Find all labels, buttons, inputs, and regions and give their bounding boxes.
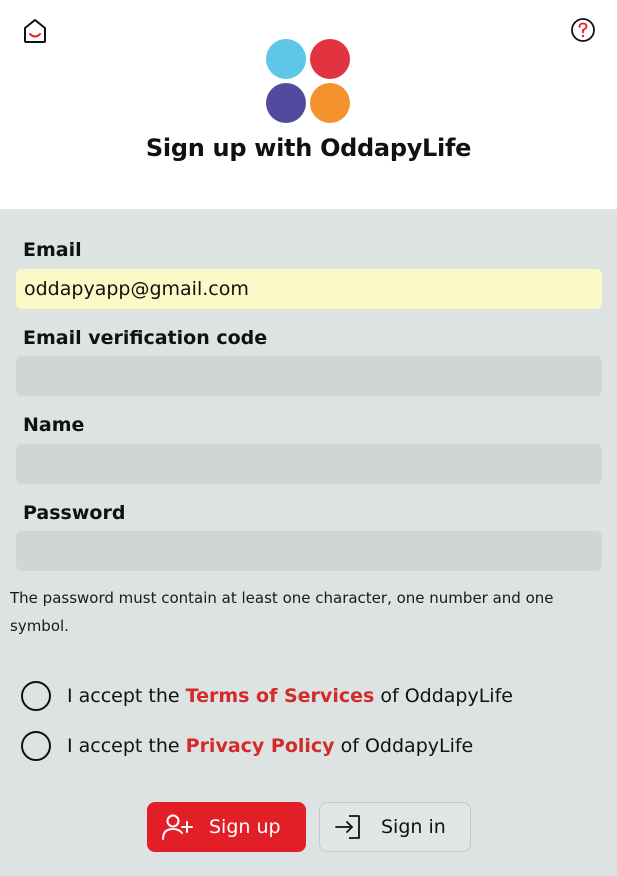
logo-dot-orange	[310, 83, 350, 123]
privacy-agreement: I accept the Privacy Policy of OddapyLif…	[21, 731, 473, 761]
help-button[interactable]	[568, 16, 598, 46]
verification-code-label: Email verification code	[23, 327, 268, 349]
page-title: Sign up with OddapyLife	[145, 134, 472, 162]
privacy-checkbox[interactable]	[21, 731, 51, 761]
privacy-link[interactable]: Privacy Policy	[186, 735, 335, 757]
help-icon	[571, 18, 595, 42]
name-label: Name	[23, 414, 85, 436]
logo-dot-purple	[266, 83, 306, 123]
password-hint: The password must contain at least one c…	[10, 589, 554, 635]
verification-code-field[interactable]	[16, 356, 602, 396]
terms-link[interactable]: Terms of Services	[186, 685, 375, 707]
privacy-prefix: I accept the	[67, 735, 186, 757]
add-user-icon	[161, 813, 193, 841]
signin-button[interactable]: Sign in	[319, 802, 471, 852]
password-label: Password	[23, 502, 126, 524]
signup-form: Email Email verification code Name Passw…	[0, 209, 617, 876]
signup-button[interactable]: Sign up	[147, 802, 306, 852]
terms-checkbox[interactable]	[21, 681, 51, 711]
logo-dot-red	[310, 39, 350, 79]
privacy-suffix: of OddapyLife	[334, 735, 474, 757]
logo-dot-blue	[266, 39, 306, 79]
terms-suffix: of OddapyLife	[374, 685, 513, 707]
email-label: Email	[23, 239, 82, 261]
home-button[interactable]	[20, 16, 50, 46]
sign-in-icon	[333, 813, 365, 841]
terms-prefix: I accept the	[67, 685, 186, 707]
email-field[interactable]	[16, 269, 602, 309]
signin-button-label: Sign in	[381, 816, 446, 838]
oddapylife-logo	[265, 38, 353, 126]
name-field[interactable]	[16, 444, 602, 484]
signup-button-label: Sign up	[209, 816, 281, 838]
home-icon	[24, 19, 46, 43]
terms-agreement: I accept the Terms of Services of Oddapy…	[21, 681, 513, 711]
password-field[interactable]	[16, 531, 602, 571]
page-header: Sign up with OddapyLife	[0, 0, 617, 209]
